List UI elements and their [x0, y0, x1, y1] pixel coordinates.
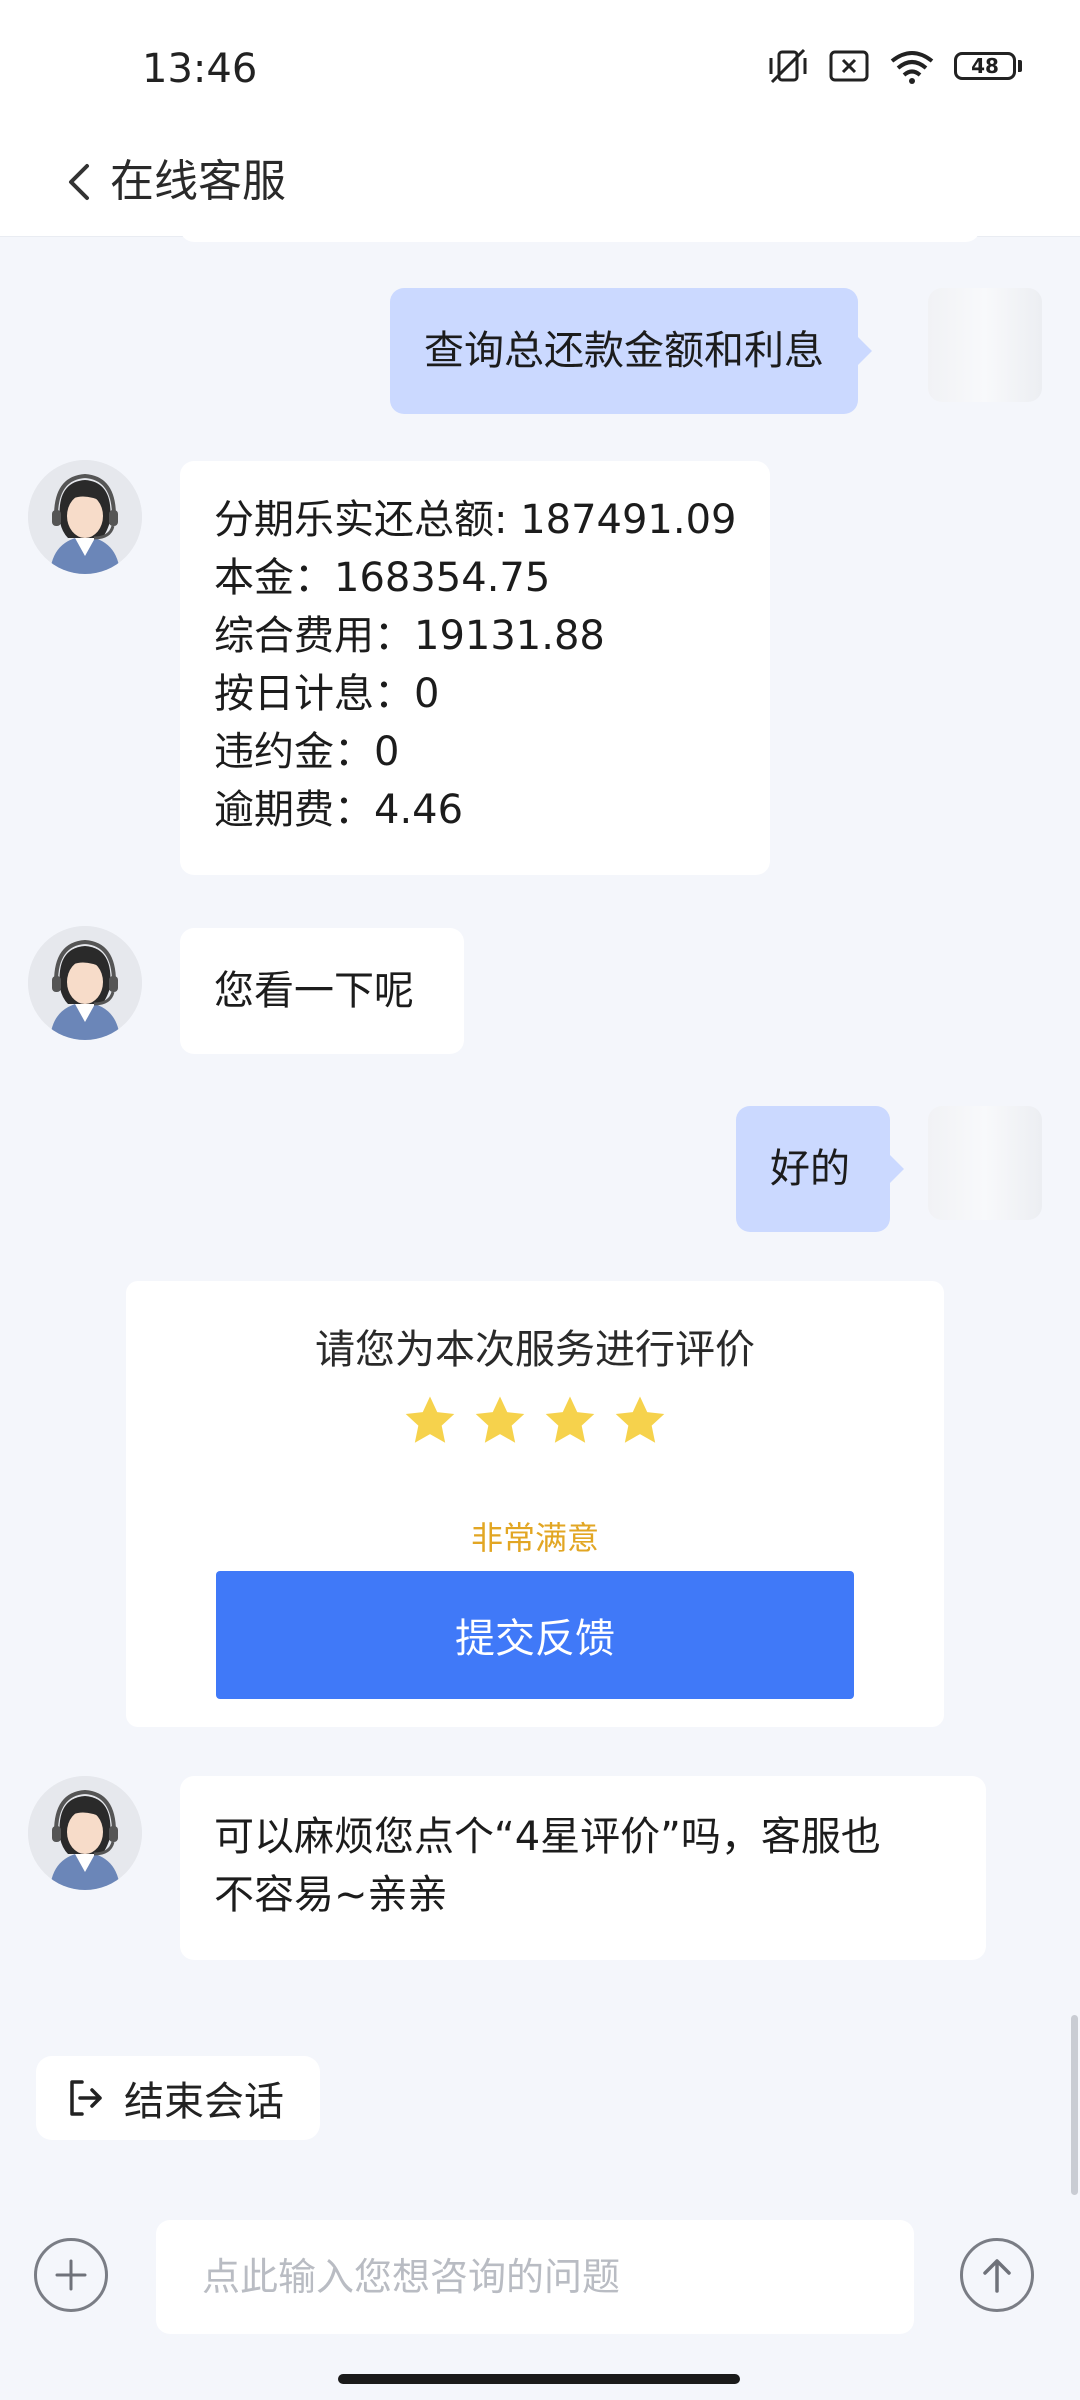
battery-icon: 48 — [954, 52, 1022, 80]
vibrate-mute-icon — [766, 46, 810, 86]
end-session-label: 结束会话 — [124, 2079, 284, 2125]
detail-line: 综合费用：19131.88 — [214, 613, 605, 659]
no-sim-icon — [828, 48, 870, 84]
user-avatar[interactable] — [928, 288, 1042, 402]
rating-prompt: 请您为本次服务进行评价 — [315, 1327, 755, 1373]
user-avatar[interactable] — [928, 1106, 1042, 1220]
add-button[interactable] — [34, 2238, 108, 2312]
star-icon[interactable] — [402, 1393, 458, 1449]
input-bar — [0, 2200, 1080, 2334]
home-indicator[interactable] — [338, 2374, 740, 2384]
message-text: 不容易~亲亲 — [214, 1872, 448, 1918]
agent-avatar[interactable] — [28, 926, 142, 1040]
scrollbar[interactable] — [1071, 2015, 1078, 2195]
status-icons: 48 — [766, 46, 1022, 86]
message-input[interactable] — [156, 2220, 914, 2334]
submit-feedback-button[interactable]: 提交反馈 — [216, 1571, 854, 1699]
incoming-message-bubble: 可以麻烦您点个“4星评价”吗，客服也 不容易~亲亲 — [180, 1776, 986, 1960]
star-icon[interactable] — [542, 1393, 598, 1449]
detail-line: 逾期费：4.46 — [214, 787, 464, 833]
previous-message-bubble — [180, 236, 980, 242]
chat-area[interactable]: 查询总还款金额和利息 分期乐实还总额: 187491.09 本金：168354.… — [0, 236, 1080, 2200]
status-time: 13:46 — [142, 46, 258, 92]
detail-line: 按日计息：0 — [214, 671, 440, 717]
send-button[interactable] — [960, 2238, 1034, 2312]
arrow-up-icon — [983, 2259, 1011, 2293]
rating-level-label: 非常满意 — [470, 1519, 599, 1557]
page-title: 在线客服 — [110, 156, 286, 207]
plus-icon — [55, 2259, 87, 2291]
incoming-message-bubble: 分期乐实还总额: 187491.09 本金：168354.75 综合费用：191… — [180, 461, 770, 875]
incoming-message-bubble: 您看一下呢 — [180, 928, 464, 1054]
end-session-button[interactable]: 结束会话 — [36, 2056, 320, 2140]
detail-line: 分期乐实还总额: 187491.09 — [214, 497, 737, 543]
star-icon[interactable] — [612, 1393, 668, 1449]
agent-avatar[interactable] — [28, 460, 142, 574]
star-rating[interactable] — [126, 1393, 944, 1449]
agent-avatar[interactable] — [28, 1776, 142, 1890]
detail-line: 本金：168354.75 — [214, 555, 551, 601]
message-text: 可以麻烦您点个“4星评价”吗，客服也 — [214, 1814, 881, 1860]
exit-icon — [70, 2080, 102, 2116]
message-text: 查询总还款金额和利息 — [424, 328, 824, 374]
battery-level: 48 — [954, 52, 1016, 80]
top-bar: 在线客服 — [0, 130, 1080, 237]
status-bar: 13:46 48 — [0, 0, 1080, 130]
message-text: 好的 — [770, 1146, 850, 1192]
star-icon[interactable] — [472, 1393, 528, 1449]
wifi-icon — [888, 47, 936, 85]
outgoing-message-bubble: 好的 — [736, 1106, 904, 1232]
detail-line: 违约金：0 — [214, 729, 400, 775]
back-icon[interactable] — [50, 152, 110, 212]
rating-card: 请您为本次服务进行评价 非常满意 提交反馈 — [126, 1281, 944, 1727]
outgoing-message-bubble: 查询总还款金额和利息 — [390, 288, 872, 414]
message-text: 您看一下呢 — [214, 968, 414, 1014]
